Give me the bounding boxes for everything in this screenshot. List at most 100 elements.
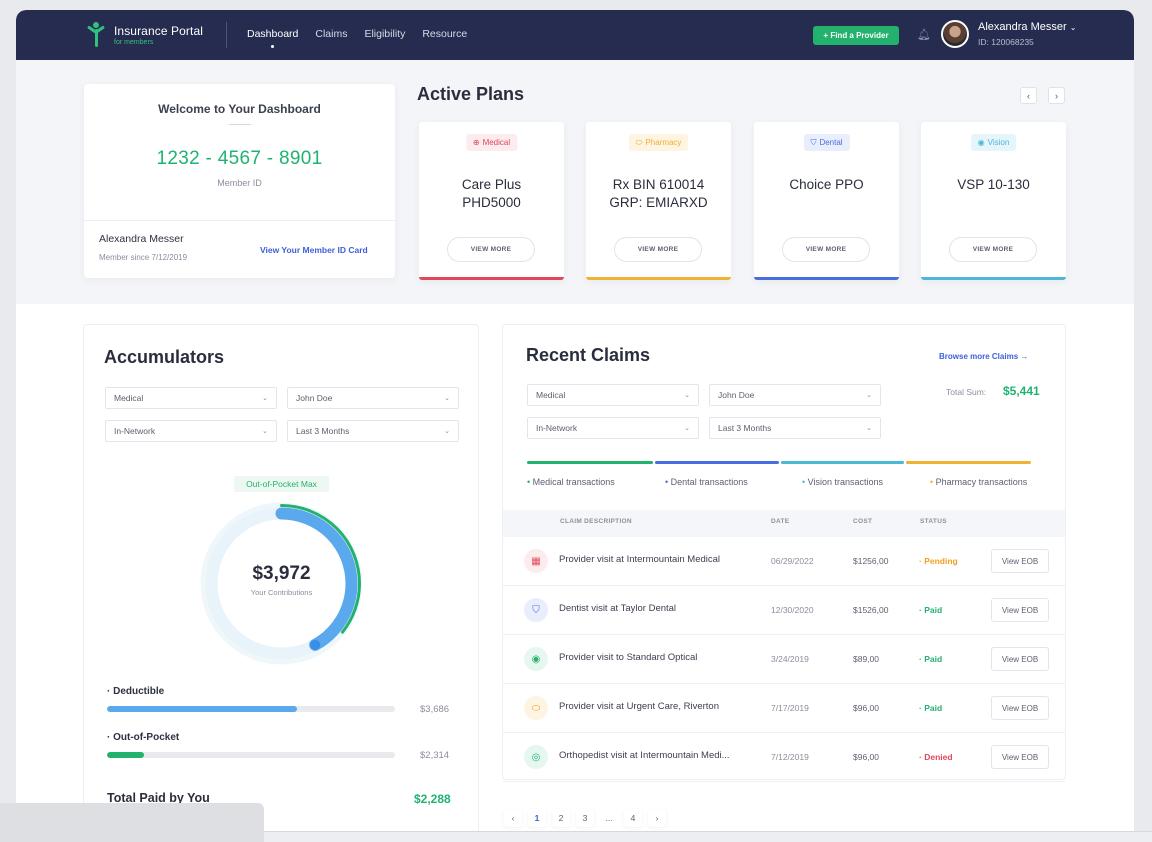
view-more-button[interactable]: VIEW MORE (949, 237, 1037, 262)
legend-medical[interactable]: • Medical transactions (527, 477, 615, 487)
plan-color-bar (586, 277, 731, 280)
find-provider-button[interactable]: + Find a Provider (813, 26, 899, 45)
acc-member-select[interactable]: John Doe ⌄ (287, 387, 459, 409)
claim-cost: $89,00 (853, 654, 879, 664)
table-row[interactable]: ▦ Provider visit at Intermountain Medica… (503, 537, 1065, 586)
col-description[interactable]: CLAIM DESCRIPTION (560, 518, 632, 525)
active-plans-title: Active Plans (417, 84, 525, 104)
table-row[interactable]: ⛉ Dentist visit at Taylor Dental 12/30/2… (503, 586, 1065, 635)
person-logo-icon (86, 22, 106, 48)
chevron-down-icon: ⌄ (444, 428, 450, 435)
page-1[interactable]: 1 (528, 809, 546, 827)
welcome-card: Welcome to Your Dashboard 1232 - 4567 - … (84, 84, 395, 278)
claim-cost: $1526,00 (853, 605, 889, 615)
plan-card-medical: ⊕ Medical Care Plus PHD5000 VIEW MORE (419, 122, 564, 280)
view-more-button[interactable]: VIEW MORE (614, 237, 702, 262)
table-row[interactable]: ◎ Orthopedist visit at Intermountain Med… (503, 733, 1065, 782)
acc-plan-select[interactable]: Medical ⌄ (105, 387, 277, 409)
nav-dashboard[interactable]: Dashboard (247, 28, 298, 48)
app-name: Insurance Portal (114, 24, 203, 38)
plan-name: VSP 10-130 (957, 177, 1030, 192)
col-cost[interactable]: COST (853, 518, 872, 525)
plan-badge: ⛉ Dental (803, 134, 850, 151)
claims-member-select[interactable]: John Doe ⌄ (709, 384, 881, 406)
claim-description: Provider visit at Intermountain Medical (559, 554, 721, 565)
plan-badge: ◉ Vision (970, 134, 1017, 151)
plan-card-vision: ◉ Vision VSP 10-130 VIEW MORE (921, 122, 1066, 280)
plan-name: Choice PPO (789, 177, 864, 192)
claim-date: 7/17/2019 (771, 703, 809, 713)
deductible-bar (107, 706, 395, 712)
eye-icon: ◉ (524, 647, 548, 671)
claims-plan-select[interactable]: Medical ⌄ (527, 384, 699, 406)
view-more-button[interactable]: VIEW MORE (782, 237, 870, 262)
bell-icon[interactable]: 🔔︎ (917, 28, 931, 41)
bottom-panel (0, 803, 264, 842)
contributions-amount: $3,972 (252, 563, 311, 584)
total-paid-value: $2,288 (414, 792, 451, 806)
claim-status: · Paid (919, 605, 943, 615)
plan-badge-label: Pharmacy (645, 138, 682, 147)
view-member-card-link[interactable]: View Your Member ID Card (260, 245, 368, 255)
chevron-down-icon: ⌄ (684, 425, 690, 432)
claim-status: · Denied (919, 752, 953, 762)
view-more-button[interactable]: VIEW MORE (447, 237, 535, 262)
main-nav: Dashboard Claims Eligibility Resource (247, 28, 484, 48)
claim-status: · Pending (919, 556, 958, 566)
claim-cost: $1256,00 (853, 556, 889, 566)
col-status[interactable]: STATUS (920, 518, 947, 525)
chevron-down-icon: ⌄ (262, 395, 268, 402)
user-name[interactable]: Alexandra Messer ⌄ (978, 21, 1076, 33)
chevron-down-icon: ⌄ (866, 392, 872, 399)
table-row[interactable]: ◉ Provider visit to Standard Optical 3/2… (503, 635, 1065, 684)
recent-claims-card: Recent Claims Browse more Claims → Medic… (502, 324, 1066, 782)
chevron-down-icon: ⌄ (866, 425, 872, 432)
logo[interactable]: Insurance Portal for members (86, 22, 203, 48)
member-id: 1232 - 4567 - 8901 (156, 148, 323, 169)
acc-network-select[interactable]: In-Network ⌄ (105, 420, 277, 442)
legend-dental[interactable]: • Dental transactions (665, 477, 748, 487)
view-eob-button[interactable]: View EOB (991, 598, 1049, 622)
nav-claims[interactable]: Claims (315, 28, 347, 40)
prev-page-button[interactable]: ‹ (504, 809, 522, 827)
top-navbar: Insurance Portal for members Dashboard C… (16, 10, 1134, 60)
view-eob-button[interactable]: View EOB (991, 696, 1049, 720)
claim-cost: $96,00 (853, 752, 879, 762)
view-eob-button[interactable]: View EOB (991, 549, 1049, 573)
deductible-label: · Deductible (107, 686, 165, 697)
page-3[interactable]: 3 (576, 809, 594, 827)
table-row[interactable]: ⬭ Provider visit at Urgent Care, Riverto… (503, 684, 1065, 733)
page-2[interactable]: 2 (552, 809, 570, 827)
claim-description: Provider visit to Standard Optical (559, 652, 698, 663)
nav-eligibility[interactable]: Eligibility (364, 28, 405, 40)
next-page-button[interactable]: › (648, 809, 666, 827)
claim-cost: $96,00 (853, 703, 879, 713)
oop-bar-value: $2,314 (420, 750, 450, 761)
plan-card-dental: ⛉ Dental Choice PPO VIEW MORE (754, 122, 899, 280)
claims-period-select[interactable]: Last 3 Months ⌄ (709, 417, 881, 439)
col-date[interactable]: DATE (771, 518, 789, 525)
plan-color-bar (419, 277, 564, 280)
browse-claims-link[interactable]: Browse more Claims → (939, 352, 1028, 361)
view-eob-button[interactable]: View EOB (991, 647, 1049, 671)
plan-card-pharmacy: ⬭ Pharmacy Rx BIN 610014 GRP: EMIARXD VIE… (586, 122, 731, 280)
recent-claims-title: Recent Claims (526, 345, 651, 365)
plan-name: Rx BIN 610014 GRP: EMIARXD (609, 177, 708, 210)
view-eob-button[interactable]: View EOB (991, 745, 1049, 769)
eye-icon: ◉ (977, 138, 985, 147)
page-4[interactable]: 4 (624, 809, 642, 827)
upper-section: Welcome to Your Dashboard 1232 - 4567 - … (16, 60, 1134, 304)
tooth-icon: ⛉ (524, 598, 548, 622)
plans-prev-button[interactable]: ‹ (1020, 87, 1037, 104)
vision-segment (781, 461, 904, 464)
claim-date: 7/12/2019 (771, 752, 809, 762)
nav-resource[interactable]: Resource (422, 28, 467, 40)
avatar[interactable] (941, 20, 969, 48)
nav-divider (226, 22, 227, 48)
total-sum-label: Total Sum: (946, 387, 987, 397)
legend-pharmacy[interactable]: • Pharmacy transactions (930, 477, 1027, 487)
claims-network-select[interactable]: In-Network ⌄ (527, 417, 699, 439)
plans-next-button[interactable]: › (1048, 87, 1065, 104)
legend-vision[interactable]: • Vision transactions (802, 477, 883, 487)
acc-period-select[interactable]: Last 3 Months ⌄ (287, 420, 459, 442)
